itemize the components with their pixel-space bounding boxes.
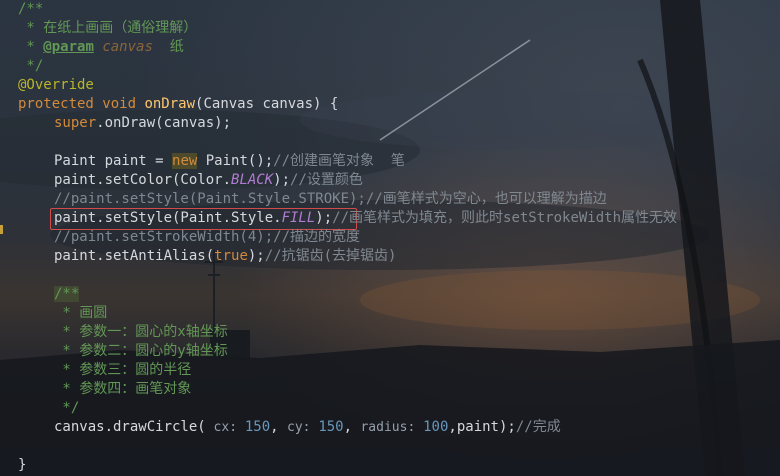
doc-comment: * — [18, 39, 44, 55]
code-text: Paint paint = — [54, 153, 173, 169]
code-text: ,paint); — [448, 419, 516, 435]
code-line-18[interactable]: * 参数一：圆心的x轴坐标 — [54, 323, 228, 342]
keyword: protected — [18, 96, 94, 112]
code-area[interactable]: /** * 在纸上画画（通俗理解） * @param canvas 纸 */ @… — [0, 0, 780, 476]
code-line-4[interactable]: */ — [18, 57, 43, 76]
code-line-3[interactable]: * @param canvas 纸 — [18, 38, 184, 57]
code-text: ); — [247, 248, 265, 264]
method-name: onDraw — [144, 96, 196, 112]
keyword-new: new — [172, 153, 198, 169]
doc-comment: 纸 — [152, 39, 184, 55]
keyword: super — [54, 115, 97, 131]
code-line-10[interactable]: paint.setColor(Color.BLACK);//设置颜色 — [54, 171, 363, 190]
code-line-5[interactable]: @Override — [18, 76, 94, 95]
closing-brace: } — [18, 457, 27, 473]
commented-code: //paint.setStrokeWidth(4); — [54, 229, 274, 245]
code-line-22[interactable]: */ — [54, 399, 79, 418]
number-literal: 150 — [244, 419, 271, 435]
line-comment: //画笔样式为填充，则此时setStrokeWidth属性无效 — [332, 210, 678, 226]
doc-comment: */ — [54, 400, 80, 416]
static-field: FILL — [281, 210, 316, 226]
keyword: void — [102, 96, 137, 112]
code-editor[interactable]: /** * 在纸上画画（通俗理解） * @param canvas 纸 */ @… — [0, 0, 780, 476]
override-annotation: @Override — [18, 77, 94, 93]
code-text: .onDraw(canvas); — [96, 115, 232, 131]
code-line-13[interactable]: //paint.setStrokeWidth(4);//描边的宽度 — [54, 228, 360, 247]
number-literal: 150 — [318, 419, 344, 435]
code-line-16[interactable]: /** — [54, 285, 80, 304]
doc-comment: /** — [18, 1, 44, 17]
doc-comment: * 参数一：圆心的x轴坐标 — [54, 324, 228, 340]
code-line-1[interactable]: /** — [18, 0, 43, 19]
code-line-21[interactable]: * 参数四：画笔对象 — [54, 380, 191, 399]
code-line-2[interactable]: * 在纸上画画（通俗理解） — [18, 19, 197, 38]
code-text: , — [343, 419, 361, 435]
code-line-12[interactable]: paint.setStyle(Paint.Style.FILL);//画笔样式为… — [54, 209, 677, 228]
line-comment: //设置颜色 — [290, 172, 363, 188]
doc-comment: */ — [18, 58, 44, 74]
doc-comment: /** — [54, 286, 80, 302]
keyword: true — [214, 248, 248, 264]
code-text: , — [270, 419, 288, 435]
doc-comment: * 参数二：圆心的y轴坐标 — [54, 343, 228, 359]
doc-comment: * 参数三：圆的半径 — [54, 362, 192, 378]
line-comment: //创建画笔对象 笔 — [273, 153, 405, 169]
static-field: BLACK — [231, 172, 274, 188]
code-text: Paint(); — [197, 153, 274, 169]
doc-comment: * 画圆 — [54, 305, 108, 321]
code-text: ); — [273, 172, 291, 188]
param-hint-radius: radius: — [360, 420, 424, 435]
code-text: ); — [315, 210, 333, 226]
param-hint-cy: cy: — [287, 420, 319, 435]
line-comment: //画笔样式为空心，也可以理解为描边 — [365, 191, 607, 207]
line-comment: //完成 — [515, 419, 561, 435]
code-line-20[interactable]: * 参数三：圆的半径 — [54, 361, 191, 380]
code-line-17[interactable]: * 画圆 — [54, 304, 107, 323]
code-line-7[interactable]: super.onDraw(canvas); — [54, 114, 231, 133]
doc-param-tag: @param — [43, 39, 94, 55]
code-text: paint.setColor(Color. — [54, 172, 232, 188]
commented-code: //paint.setStyle(Paint.Style.STROKE); — [54, 191, 366, 207]
code-line-11[interactable]: //paint.setStyle(Paint.Style.STROKE);//画… — [54, 190, 607, 209]
code-text: paint.setAntiAlias( — [54, 248, 215, 264]
code-line-14[interactable]: paint.setAntiAlias(true);//抗锯齿(去掉锯齿) — [54, 247, 396, 266]
number-literal: 100 — [423, 419, 449, 435]
doc-comment: * 在纸上画画（通俗理解） — [18, 20, 198, 36]
method-params: (Canvas canvas) { — [195, 96, 339, 112]
code-text: canvas.drawCircle( — [54, 419, 206, 435]
code-line-19[interactable]: * 参数二：圆心的y轴坐标 — [54, 342, 228, 361]
line-comment: //抗锯齿(去掉锯齿) — [264, 248, 397, 264]
param-hint-cx: cx: — [205, 420, 245, 435]
code-line-25[interactable]: } — [18, 456, 26, 475]
doc-comment: * 参数四：画笔对象 — [54, 381, 192, 397]
code-line-6[interactable]: protected void onDraw(Canvas canvas) { — [18, 95, 338, 114]
line-comment: //描边的宽度 — [273, 229, 361, 245]
code-text: paint.setStyle(Paint.Style. — [54, 210, 282, 226]
doc-param-name: canvas — [102, 39, 153, 55]
code-line-9[interactable]: Paint paint = new Paint();//创建画笔对象 笔 — [54, 152, 405, 171]
code-line-23[interactable]: canvas.drawCircle( cx: 150, cy: 150, rad… — [54, 418, 561, 437]
